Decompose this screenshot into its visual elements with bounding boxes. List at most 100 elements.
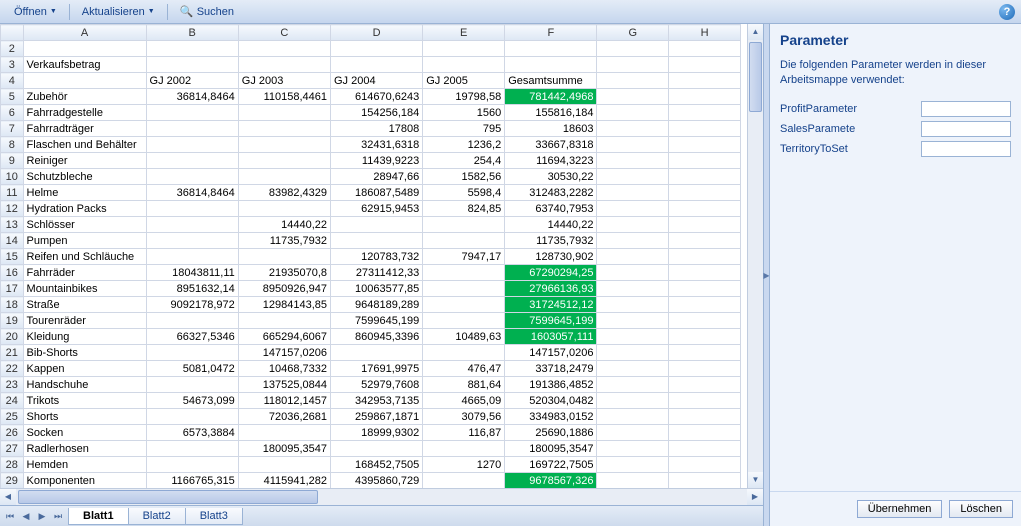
cell[interactable] (331, 233, 423, 249)
cell[interactable] (146, 121, 238, 137)
cell[interactable] (238, 105, 330, 121)
column-header[interactable]: A (23, 25, 146, 41)
horizontal-scrollbar[interactable]: ◀ ▶ (0, 488, 763, 505)
row-header[interactable]: 28 (1, 457, 24, 473)
cell[interactable] (597, 281, 669, 297)
cell[interactable]: 180095,3547 (505, 441, 597, 457)
cell[interactable]: 54673,099 (146, 393, 238, 409)
row-header[interactable]: 11 (1, 185, 24, 201)
row-header[interactable]: 4 (1, 73, 24, 89)
cell[interactable]: 18603 (505, 121, 597, 137)
cell[interactable]: 118012,1457 (238, 393, 330, 409)
cell[interactable]: Pumpen (23, 233, 146, 249)
cell[interactable] (23, 41, 146, 57)
cell[interactable]: 120783,732 (331, 249, 423, 265)
cell[interactable]: 110158,4461 (238, 89, 330, 105)
cell[interactable]: 520304,0482 (505, 393, 597, 409)
cell[interactable]: 147157,0206 (505, 345, 597, 361)
cell[interactable]: 5081,0472 (146, 361, 238, 377)
cell[interactable] (23, 73, 146, 89)
cell[interactable]: 25690,1886 (505, 425, 597, 441)
find-button[interactable]: 🔍 Suchen (172, 3, 242, 20)
cell[interactable] (597, 297, 669, 313)
row-header[interactable]: 16 (1, 265, 24, 281)
cell[interactable]: Helme (23, 185, 146, 201)
cell[interactable]: 52979,7608 (331, 377, 423, 393)
cell[interactable]: 665294,6067 (238, 329, 330, 345)
cell[interactable]: 476,47 (423, 361, 505, 377)
cell[interactable]: 11735,7932 (238, 233, 330, 249)
cell[interactable] (146, 313, 238, 329)
cell[interactable] (423, 297, 505, 313)
cell[interactable]: 168452,7505 (331, 457, 423, 473)
cell[interactable]: 1560 (423, 105, 505, 121)
cell[interactable]: 191386,4852 (505, 377, 597, 393)
sheet-tab[interactable]: Blatt1 (68, 508, 129, 525)
cell[interactable]: 7947,17 (423, 249, 505, 265)
row-header[interactable]: 24 (1, 393, 24, 409)
cell[interactable] (669, 265, 741, 281)
cell[interactable]: 9648189,289 (331, 297, 423, 313)
cell[interactable]: 795 (423, 121, 505, 137)
cell[interactable] (505, 57, 597, 73)
cell[interactable]: Shorts (23, 409, 146, 425)
cell[interactable]: 824,85 (423, 201, 505, 217)
row-header[interactable]: 29 (1, 473, 24, 489)
cell[interactable]: 30530,22 (505, 169, 597, 185)
parameter-input[interactable] (921, 101, 1011, 117)
cell[interactable] (597, 105, 669, 121)
column-header[interactable]: B (146, 25, 238, 41)
cell[interactable] (238, 153, 330, 169)
row-header[interactable]: 23 (1, 377, 24, 393)
cell[interactable]: 27966136,93 (505, 281, 597, 297)
cell[interactable]: Schlösser (23, 217, 146, 233)
cell[interactable]: 259867,1871 (331, 409, 423, 425)
cell[interactable]: 11735,7932 (505, 233, 597, 249)
cell[interactable] (238, 121, 330, 137)
cell[interactable]: 1236,2 (423, 137, 505, 153)
cell[interactable]: 116,87 (423, 425, 505, 441)
cell[interactable]: 12984143,85 (238, 297, 330, 313)
vertical-scrollbar[interactable]: ▲ ▼ (747, 24, 763, 488)
cell[interactable] (146, 249, 238, 265)
cell[interactable] (597, 329, 669, 345)
cell[interactable] (146, 57, 238, 73)
cell[interactable] (146, 153, 238, 169)
cell[interactable] (597, 457, 669, 473)
cell[interactable] (669, 441, 741, 457)
row-header[interactable]: 19 (1, 313, 24, 329)
cell[interactable] (238, 313, 330, 329)
cell[interactable]: Schutzbleche (23, 169, 146, 185)
cell[interactable]: 14440,22 (505, 217, 597, 233)
row-header[interactable]: 20 (1, 329, 24, 345)
cell[interactable] (146, 345, 238, 361)
spreadsheet-grid[interactable]: ABCDEFGH 23Verkaufsbetrag4GJ 2002GJ 2003… (0, 24, 741, 488)
cell[interactable] (238, 57, 330, 73)
cell[interactable] (146, 41, 238, 57)
cell[interactable] (669, 473, 741, 489)
cell[interactable] (669, 361, 741, 377)
sheet-tab[interactable]: Blatt3 (185, 508, 243, 525)
scroll-right-arrow[interactable]: ▶ (747, 489, 763, 505)
cell[interactable] (423, 265, 505, 281)
cell[interactable]: Flaschen und Behälter (23, 137, 146, 153)
cell[interactable] (669, 41, 741, 57)
cell[interactable]: Fahrradgestelle (23, 105, 146, 121)
cell[interactable] (669, 89, 741, 105)
cell[interactable] (597, 41, 669, 57)
cell[interactable] (331, 57, 423, 73)
cell[interactable] (597, 361, 669, 377)
cell[interactable] (146, 137, 238, 153)
scroll-thumb[interactable] (18, 490, 318, 504)
cell[interactable]: 17691,9975 (331, 361, 423, 377)
cell[interactable]: 21935070,8 (238, 265, 330, 281)
row-header[interactable]: 14 (1, 233, 24, 249)
cell[interactable] (238, 41, 330, 57)
cell[interactable]: 312483,2282 (505, 185, 597, 201)
cell[interactable]: 83982,4329 (238, 185, 330, 201)
cell[interactable]: 1582,56 (423, 169, 505, 185)
cell[interactable]: Fahrräder (23, 265, 146, 281)
cell[interactable]: 32431,6318 (331, 137, 423, 153)
row-header[interactable]: 7 (1, 121, 24, 137)
cell[interactable] (238, 249, 330, 265)
